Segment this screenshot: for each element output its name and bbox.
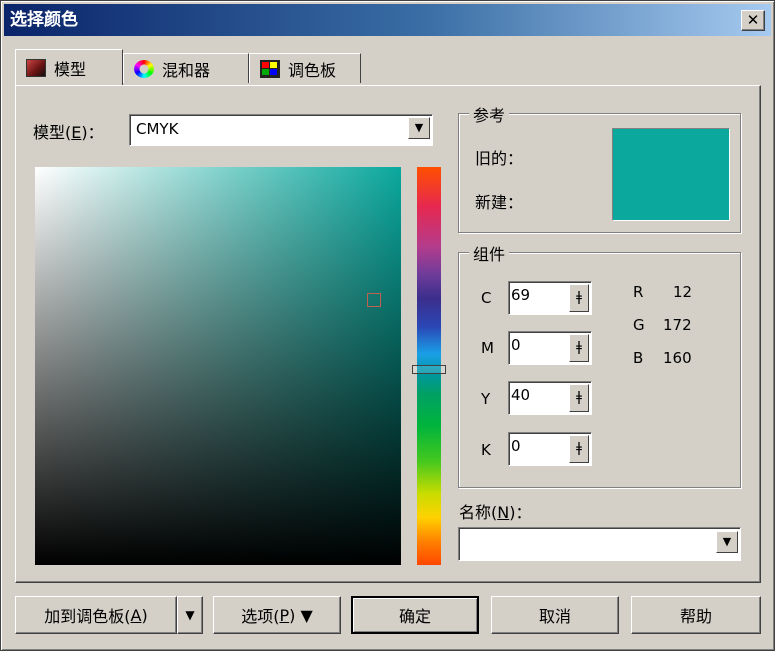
old-color-label: 旧的： xyxy=(475,149,524,168)
close-icon: ✕ xyxy=(746,11,760,29)
magenta-label: M xyxy=(481,339,494,357)
spin-icon[interactable]: ǂ xyxy=(569,284,589,312)
spin-icon[interactable]: ǂ xyxy=(569,334,589,362)
black-value: 0 xyxy=(511,437,521,455)
title-bar[interactable]: 选择颜色 ✕ xyxy=(4,4,771,36)
green-label: G xyxy=(633,316,645,334)
tab-palette-label: 调色板 xyxy=(288,60,337,80)
yellow-stepper[interactable]: 40 ǂ xyxy=(508,381,592,415)
chevron-down-icon[interactable]: ▼ xyxy=(408,117,430,139)
select-color-dialog: 选择颜色 ✕ 模型 混和器 调色板 模型(E)： CMYK ▼ 参考 旧的： 新… xyxy=(0,0,775,651)
blue-value: 160 xyxy=(663,349,692,367)
tab-model[interactable]: 模型 xyxy=(15,49,123,85)
cyan-value: 69 xyxy=(511,286,531,304)
cyan-label: C xyxy=(481,289,492,307)
blue-label: B xyxy=(633,349,644,367)
model-select[interactable]: CMYK ▼ xyxy=(129,114,433,146)
black-label: K xyxy=(481,441,491,459)
palette-icon xyxy=(260,59,280,78)
red-label: R xyxy=(633,283,644,301)
chevron-down-icon: ▼ xyxy=(185,608,195,622)
reference-group-title: 参考 xyxy=(469,102,510,126)
color-swatch xyxy=(612,128,730,221)
spin-icon[interactable]: ǂ xyxy=(569,384,589,412)
cancel-button[interactable]: 取消 xyxy=(491,596,619,634)
mixer-icon xyxy=(134,59,154,78)
tab-model-label: 模型 xyxy=(54,59,87,79)
add-to-palette-dropdown[interactable]: ▼ xyxy=(177,596,203,634)
color-picker-marker[interactable] xyxy=(367,293,381,307)
hue-slider-handle[interactable] xyxy=(412,365,446,374)
components-group: 组件 xyxy=(458,241,741,488)
cyan-stepper[interactable]: 69 ǂ xyxy=(508,281,592,315)
name-label: 名称(N)： xyxy=(459,503,532,522)
model-label: 模型(E)： xyxy=(33,123,104,142)
spin-icon[interactable]: ǂ xyxy=(569,435,589,463)
tab-mixer-label: 混和器 xyxy=(162,60,211,80)
magenta-value: 0 xyxy=(511,336,521,354)
help-button[interactable]: 帮助 xyxy=(631,596,761,634)
close-button[interactable]: ✕ xyxy=(741,10,765,31)
black-stepper[interactable]: 0 ǂ xyxy=(508,432,592,466)
add-to-palette-button[interactable]: 加到调色板(A) xyxy=(15,596,177,634)
name-combobox[interactable]: ▼ xyxy=(458,527,741,561)
model-select-value: CMYK xyxy=(136,120,179,138)
components-group-title: 组件 xyxy=(469,241,510,265)
yellow-label: Y xyxy=(481,390,491,408)
options-button[interactable]: 选项(P) ▼ xyxy=(213,596,341,634)
color-field[interactable] xyxy=(35,167,401,565)
red-value: 12 xyxy=(673,283,693,301)
yellow-value: 40 xyxy=(511,386,531,404)
green-value: 172 xyxy=(663,316,692,334)
dialog-title: 选择颜色 xyxy=(10,10,78,30)
new-color-label: 新建： xyxy=(475,193,524,212)
chevron-down-icon[interactable]: ▼ xyxy=(716,531,738,553)
tab-palette[interactable]: 调色板 xyxy=(249,53,361,83)
tab-mixer[interactable]: 混和器 xyxy=(123,53,249,83)
model-icon xyxy=(26,58,46,77)
magenta-stepper[interactable]: 0 ǂ xyxy=(508,331,592,365)
ok-button[interactable]: 确定 xyxy=(351,596,479,634)
